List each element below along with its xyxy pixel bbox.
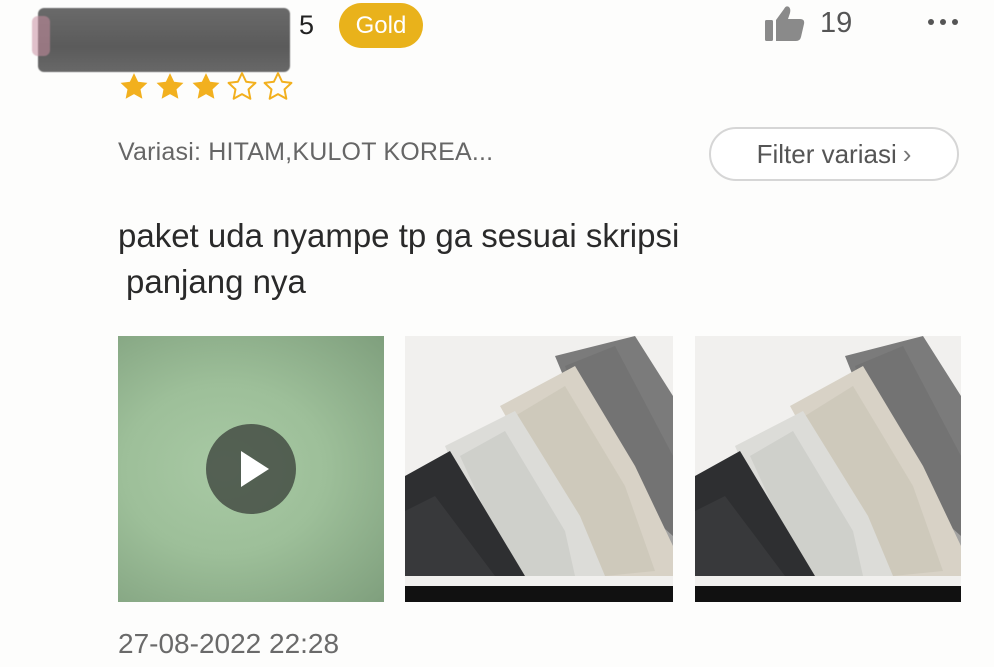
gold-badge: Gold — [339, 3, 423, 48]
star-empty-icon — [225, 70, 259, 104]
review-text: paket uda nyampe tp ga sesuai skripsi pa… — [118, 213, 878, 305]
review-timestamp: 27-08-2022 22:28 — [118, 628, 340, 659]
play-icon — [241, 451, 269, 487]
review-card: 5 Gold 19 Variasi: HITAM,KULOT KOREA... … — [0, 0, 994, 667]
username-suffix: 5 — [299, 10, 315, 40]
photo-bottom-bar — [695, 586, 961, 602]
photo-bottom-bar — [405, 586, 673, 602]
like-button[interactable]: 19 — [762, 0, 852, 46]
trousers-photo-image — [695, 336, 961, 602]
star-empty-icon — [261, 70, 295, 104]
like-count: 19 — [820, 7, 853, 39]
star-filled-icon — [117, 70, 151, 104]
review-video-thumbnail[interactable] — [118, 336, 384, 602]
review-text-line-1: paket uda nyampe tp ga sesuai skripsi — [118, 217, 680, 254]
review-text-line-2: panjang nya — [126, 263, 306, 300]
trousers-photo-image — [405, 336, 673, 602]
chevron-right-icon: › — [902, 138, 912, 169]
review-photo-1[interactable] — [405, 336, 673, 602]
play-button[interactable] — [206, 424, 296, 514]
filter-variation-label: Filter variasi — [756, 138, 897, 169]
thumbs-up-icon[interactable] — [762, 1, 808, 45]
star-filled-icon — [153, 70, 187, 104]
more-dots-icon[interactable] — [926, 12, 960, 32]
rating-stars — [117, 70, 295, 104]
filter-variation-button[interactable]: Filter variasi › — [709, 127, 959, 181]
star-filled-icon — [189, 70, 223, 104]
variation-label: Variasi: HITAM,KULOT KOREA... — [118, 138, 494, 166]
blurred-username — [32, 8, 290, 72]
review-photo-2[interactable] — [695, 336, 961, 602]
